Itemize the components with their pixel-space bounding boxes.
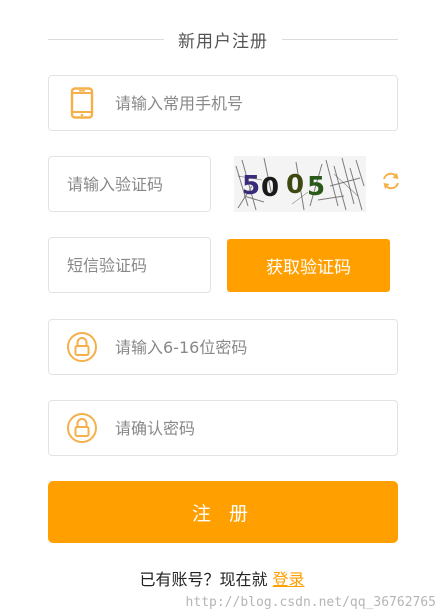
captcha-char-1: 5	[242, 171, 260, 201]
phone-field[interactable]	[48, 75, 398, 131]
refresh-captcha-button[interactable]	[380, 172, 402, 194]
sms-code-field[interactable]	[48, 237, 211, 293]
captcha-input[interactable]	[67, 157, 210, 211]
password-field[interactable]	[48, 319, 398, 375]
password-input[interactable]	[115, 320, 397, 374]
confirm-password-field[interactable]	[48, 400, 398, 456]
captcha-char-4: 5	[307, 172, 325, 202]
title-row: 新用户注册	[48, 24, 398, 54]
login-link[interactable]: 登录	[273, 570, 305, 589]
page-title: 新用户注册	[178, 31, 268, 52]
phone-input[interactable]	[115, 76, 397, 130]
register-button[interactable]: 注 册	[48, 481, 398, 543]
captcha-field[interactable]	[48, 156, 211, 212]
title-divider-right	[282, 38, 398, 40]
refresh-icon	[381, 171, 401, 195]
register-page: 新用户注册 请输入常用手机号 请输入验证码 5 0 0 5 短信验证码 获取验证…	[0, 0, 444, 614]
lock-icon	[49, 401, 115, 455]
get-sms-code-button[interactable]: 获取验证码	[227, 239, 390, 292]
phone-icon	[49, 76, 115, 130]
lock-icon	[49, 320, 115, 374]
sms-code-input[interactable]	[67, 238, 210, 292]
confirm-password-input[interactable]	[115, 401, 397, 455]
title-divider-left	[48, 38, 164, 40]
login-prompt-text: 已有账号？现在就	[139, 570, 268, 589]
watermark: http://blog.csdn.net/qq_36762765	[185, 595, 436, 610]
captcha-char-3: 0	[286, 170, 304, 200]
login-prompt: 已有账号？现在就 登录	[0, 566, 444, 590]
captcha-char-2: 0	[261, 173, 279, 203]
captcha-image[interactable]: 5 0 0 5	[234, 156, 366, 212]
